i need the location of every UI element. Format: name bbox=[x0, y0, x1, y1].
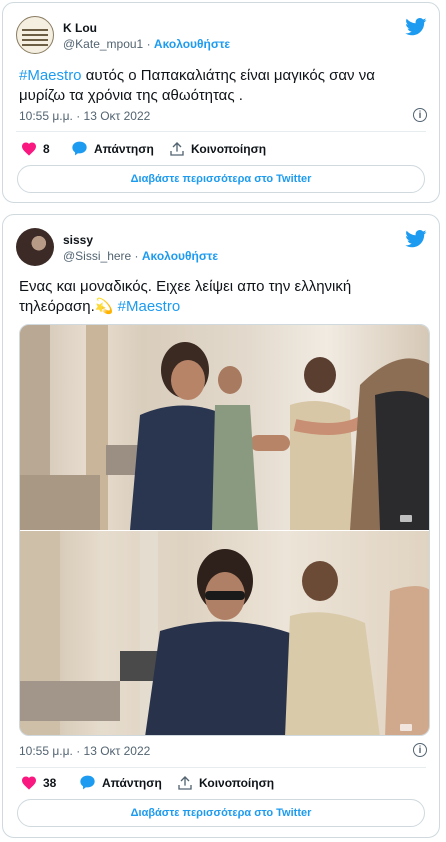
like-button[interactable]: 8 bbox=[21, 141, 50, 156]
tweet-media[interactable] bbox=[19, 324, 430, 736]
handle[interactable]: @Kate_mpou1 bbox=[63, 37, 143, 51]
share-label: Κοινοποίηση bbox=[199, 776, 275, 790]
read-more-button[interactable]: Διαβάστε περισσότερα στο Twitter bbox=[17, 165, 425, 193]
follow-link[interactable]: Ακολουθήστε bbox=[154, 37, 230, 51]
hashtag-link[interactable]: #Maestro bbox=[118, 298, 181, 315]
share-button[interactable]: Κοινοποίηση bbox=[177, 775, 274, 791]
info-icon[interactable]: i bbox=[413, 743, 427, 757]
tweet-card-1: K Lou @Kate_mpou1 · Ακολουθήστε #Maestro… bbox=[2, 2, 440, 203]
divider bbox=[16, 767, 426, 768]
tweet-text: #Maestro αυτός ο Παπακαλιάτης είναι μαγι… bbox=[19, 66, 421, 106]
timestamp[interactable]: 10:55 μ.μ. · 13 Οκτ 2022 bbox=[19, 109, 150, 123]
reply-bubble-icon bbox=[72, 141, 87, 156]
author-info: sissy @Sissi_here · Ακολουθήστε bbox=[63, 232, 218, 264]
scene-image-2 bbox=[20, 531, 429, 735]
media-frame-1[interactable] bbox=[20, 325, 429, 530]
share-icon bbox=[170, 142, 184, 156]
twitter-bird-icon[interactable] bbox=[405, 230, 427, 248]
separator: · bbox=[143, 37, 154, 51]
display-name[interactable]: sissy bbox=[63, 232, 218, 248]
avatar[interactable] bbox=[16, 228, 54, 266]
reply-bubble-icon bbox=[80, 775, 95, 790]
heart-icon bbox=[22, 142, 36, 156]
tweet-card-2: sissy @Sissi_here · Ακολουθήστε Ενας και… bbox=[2, 214, 440, 838]
media-frame-2[interactable] bbox=[20, 531, 429, 735]
separator: · bbox=[131, 249, 142, 263]
share-button[interactable]: Κοινοποίηση bbox=[169, 141, 266, 157]
author-info: K Lou @Kate_mpou1 · Ακολουθήστε bbox=[63, 20, 230, 52]
hashtag-link[interactable]: #Maestro bbox=[19, 67, 82, 84]
reply-label: Απάντηση bbox=[94, 141, 154, 156]
scene-image-1 bbox=[20, 325, 429, 530]
sparkle-emoji: 💫 bbox=[94, 298, 114, 315]
share-label: Κοινοποίηση bbox=[191, 142, 267, 156]
like-count: 38 bbox=[43, 775, 57, 790]
tweet-header: sissy @Sissi_here · Ακολουθήστε bbox=[16, 228, 427, 268]
info-icon[interactable]: i bbox=[413, 108, 427, 122]
like-button[interactable]: 38 bbox=[21, 775, 56, 790]
heart-icon bbox=[22, 776, 36, 790]
display-name[interactable]: K Lou bbox=[63, 20, 230, 36]
divider bbox=[16, 131, 426, 132]
reply-button[interactable]: Απάντηση bbox=[71, 141, 154, 156]
action-bar: 8 Απάντηση Κοινοποίηση bbox=[19, 141, 423, 161]
twitter-bird-icon[interactable] bbox=[405, 18, 427, 36]
reply-button[interactable]: Απάντηση bbox=[79, 775, 162, 790]
handle[interactable]: @Sissi_here bbox=[63, 249, 131, 263]
read-more-button[interactable]: Διαβάστε περισσότερα στο Twitter bbox=[17, 799, 425, 827]
like-count: 8 bbox=[43, 141, 50, 156]
timestamp[interactable]: 10:55 μ.μ. · 13 Οκτ 2022 bbox=[19, 744, 150, 758]
share-icon bbox=[178, 776, 192, 790]
follow-link[interactable]: Ακολουθήστε bbox=[142, 249, 218, 263]
tweet-header: K Lou @Kate_mpou1 · Ακολουθήστε bbox=[16, 16, 427, 56]
reply-label: Απάντηση bbox=[102, 775, 162, 790]
tweet-body: Ενας και μοναδικός. Ειχεε λείψει απο την… bbox=[19, 278, 352, 315]
avatar[interactable] bbox=[16, 16, 54, 54]
action-bar: 38 Απάντηση Κοινοποίηση bbox=[19, 775, 423, 795]
tweet-text: Ενας και μοναδικός. Ειχεε λείψει απο την… bbox=[19, 277, 421, 317]
